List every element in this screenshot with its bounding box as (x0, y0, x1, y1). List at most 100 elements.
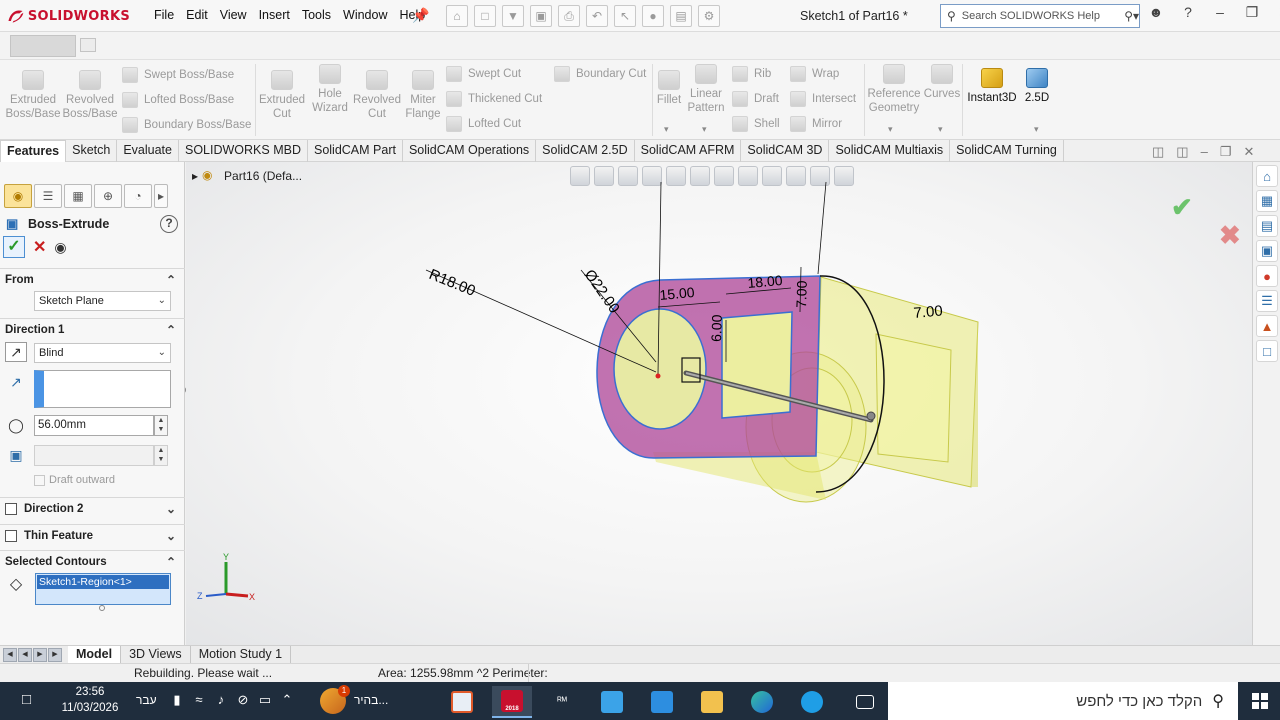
viewport-close-icon[interactable]: ✕ (1243, 144, 1254, 160)
tab-solidcam-25d[interactable]: SolidCAM 2.5D (536, 140, 635, 162)
dim-d22[interactable]: Ø22.00 (581, 267, 623, 317)
tab-features[interactable]: Features (0, 140, 67, 162)
last-tab-icon[interactable]: ▶ (48, 647, 62, 662)
wifi-icon[interactable]: ≈ (192, 692, 206, 708)
close-icon[interactable]: ✕ (1276, 4, 1280, 21)
select-arrow-icon[interactable]: ↖ (614, 5, 636, 27)
restore-icon[interactable]: ❐ (1244, 4, 1260, 21)
tab-solidcam-operations[interactable]: SolidCAM Operations (403, 140, 537, 162)
wrap-button[interactable]: Wrap (790, 66, 839, 82)
ok-check-icon[interactable]: ✓ (3, 236, 25, 258)
collapse-direction1-icon[interactable]: ⌃ (166, 323, 176, 337)
hole-wizard-button[interactable]: Hole Wizard (308, 64, 352, 115)
taskbar-app-explorer[interactable] (692, 686, 732, 718)
volume-icon[interactable]: ♪ (214, 692, 228, 708)
viewport-split-icon[interactable]: ◫ (1152, 144, 1164, 160)
print-icon[interactable]: ⎙ (558, 5, 580, 27)
tab-solidcam-part[interactable]: SolidCAM Part (308, 140, 403, 162)
expand-thin-feature-icon[interactable]: ⌄ (166, 529, 176, 543)
next-tab-icon[interactable]: ▶ (33, 647, 47, 662)
tab-solidcam-turning[interactable]: SolidCAM Turning (950, 140, 1064, 162)
dim-7-right[interactable]: 7.00 (913, 303, 944, 322)
taskbar-app-mail[interactable] (642, 686, 682, 718)
list-resize-handle-icon[interactable] (99, 605, 105, 611)
instant3d-button[interactable]: Instant3D (964, 68, 1020, 105)
solidworks-resources-icon[interactable]: ⌂ (1256, 165, 1278, 187)
start-button[interactable] (1240, 682, 1280, 720)
open-folder-icon[interactable]: ▼ (502, 5, 524, 27)
viewport-restore-icon[interactable]: ❐ (1220, 144, 1232, 160)
panel-scroll-right-icon[interactable]: ▸ (154, 184, 168, 208)
shell-button[interactable]: Shell (732, 116, 780, 132)
revolved-cut-button[interactable]: Revolved Cut (352, 70, 402, 121)
fillet-dropdown-icon[interactable]: ▾ (664, 124, 669, 135)
collapse-selected-contours-icon[interactable]: ⌃ (166, 555, 176, 569)
configuration-manager-tab-icon[interactable]: ▦ (64, 184, 92, 208)
design-library-icon[interactable]: ▦ (1256, 190, 1278, 212)
selected-contours-list[interactable]: Sketch1-Region<1> (35, 573, 171, 605)
revolved-boss-button[interactable]: Revolved Boss/Base (62, 70, 118, 121)
fillet-button[interactable]: Fillet (652, 70, 686, 107)
reverse-direction-icon[interactable]: ↗ (5, 342, 27, 362)
confirm-cancel-x-icon[interactable]: ✖ (1219, 220, 1241, 251)
tab-sketch[interactable]: Sketch (66, 140, 118, 162)
help-search-box[interactable]: ⚲ Search SOLIDWORKS Help ⚲▾ (940, 4, 1140, 28)
dim-r18[interactable]: R18.00 (427, 266, 478, 300)
draft-angle-spinner[interactable]: ▲ ▼ (154, 445, 168, 466)
section-direction1[interactable]: Direction 1 ⌃ (0, 318, 185, 340)
property-manager-tab-icon[interactable]: ☰ (34, 184, 62, 208)
file-properties-icon[interactable]: ▤ (670, 5, 692, 27)
graphics-area[interactable]: ▸ ◉ Part16 (Defa... R18.00 Ø22.00 15.00 … (186, 162, 1252, 645)
draft-button[interactable]: Draft (732, 91, 779, 107)
dim-18[interactable]: 18.00 (747, 272, 784, 291)
tab-solidcam-afrm[interactable]: SolidCAM AFRM (635, 140, 742, 162)
menu-file[interactable]: File (148, 8, 180, 22)
rebuild-icon[interactable]: ● (642, 5, 664, 27)
taskbar-app-edge[interactable] (742, 686, 782, 718)
taskbar-app-c[interactable] (792, 686, 832, 718)
confirm-ok-check-icon[interactable]: ✔ (1171, 192, 1193, 223)
tray-overflow-icon[interactable]: ⌃ (280, 692, 294, 708)
input-language[interactable]: עבר (136, 693, 157, 707)
extruded-cut-button[interactable]: Extruded Cut (258, 70, 306, 121)
search-magnifier-icon[interactable]: ⚲▾ (1124, 9, 1139, 23)
no-network-icon[interactable]: ⊘ (236, 692, 250, 708)
pm-help-button[interactable]: ? (160, 215, 178, 233)
cancel-x-icon[interactable]: ✕ (33, 237, 46, 257)
menu-tools[interactable]: Tools (296, 8, 337, 22)
help-question-icon[interactable]: ? (1180, 4, 1196, 21)
draft-outward-checkbox[interactable] (34, 474, 45, 486)
depth-input[interactable]: 56.00mm (34, 415, 154, 436)
tab-solidcam-3d[interactable]: SolidCAM 3D (741, 140, 830, 162)
feature-manager-tab-icon[interactable]: ◉ (4, 184, 32, 208)
pattern-dropdown-icon[interactable]: ▾ (702, 124, 707, 135)
model-preview[interactable]: R18.00 Ø22.00 15.00 18.00 7.00 6.00 7.00 (186, 162, 1252, 645)
dimxpert-tab-icon[interactable]: ⊕ (94, 184, 122, 208)
collapse-from-icon[interactable]: ⌃ (166, 273, 176, 287)
d25-button[interactable]: 2.5D (1022, 68, 1052, 105)
pin-menu-icon[interactable]: 📌 (412, 7, 429, 23)
reference-dropdown-icon[interactable]: ▾ (888, 124, 893, 135)
boundary-cut-button[interactable]: Boundary Cut (554, 66, 646, 82)
menu-insert[interactable]: Insert (253, 8, 296, 22)
dim-15[interactable]: 15.00 (659, 284, 696, 303)
tab-model[interactable]: Model (68, 646, 122, 663)
taskbar-task-view[interactable] (845, 686, 885, 718)
pen-icon[interactable]: ▮ (170, 692, 184, 708)
weather-label[interactable]: בהיר... (354, 693, 388, 707)
lofted-cut-button[interactable]: Lofted Cut (446, 116, 521, 132)
section-from[interactable]: From ⌃ (0, 268, 185, 290)
tab-solidcam-multiaxis[interactable]: SolidCAM Multiaxis (829, 140, 951, 162)
mirror-button[interactable]: Mirror (790, 116, 842, 132)
prev-tab-icon[interactable]: ◀ (18, 647, 32, 662)
menu-window[interactable]: Window (337, 8, 393, 22)
end-condition-select[interactable]: Blind ⌄ (34, 343, 171, 363)
swept-boss-button[interactable]: Swept Boss/Base (122, 67, 234, 83)
direction2-checkbox[interactable] (5, 502, 17, 515)
view-palette-icon[interactable]: ▣ (1256, 240, 1278, 262)
home-icon[interactable]: ⌂ (446, 5, 468, 27)
d25-dropdown-icon[interactable]: ▾ (1034, 124, 1039, 135)
dim-7-top[interactable]: 7.00 (793, 280, 810, 308)
thin-feature-checkbox[interactable] (5, 529, 17, 542)
notifications-icon[interactable]: □ (22, 691, 42, 711)
